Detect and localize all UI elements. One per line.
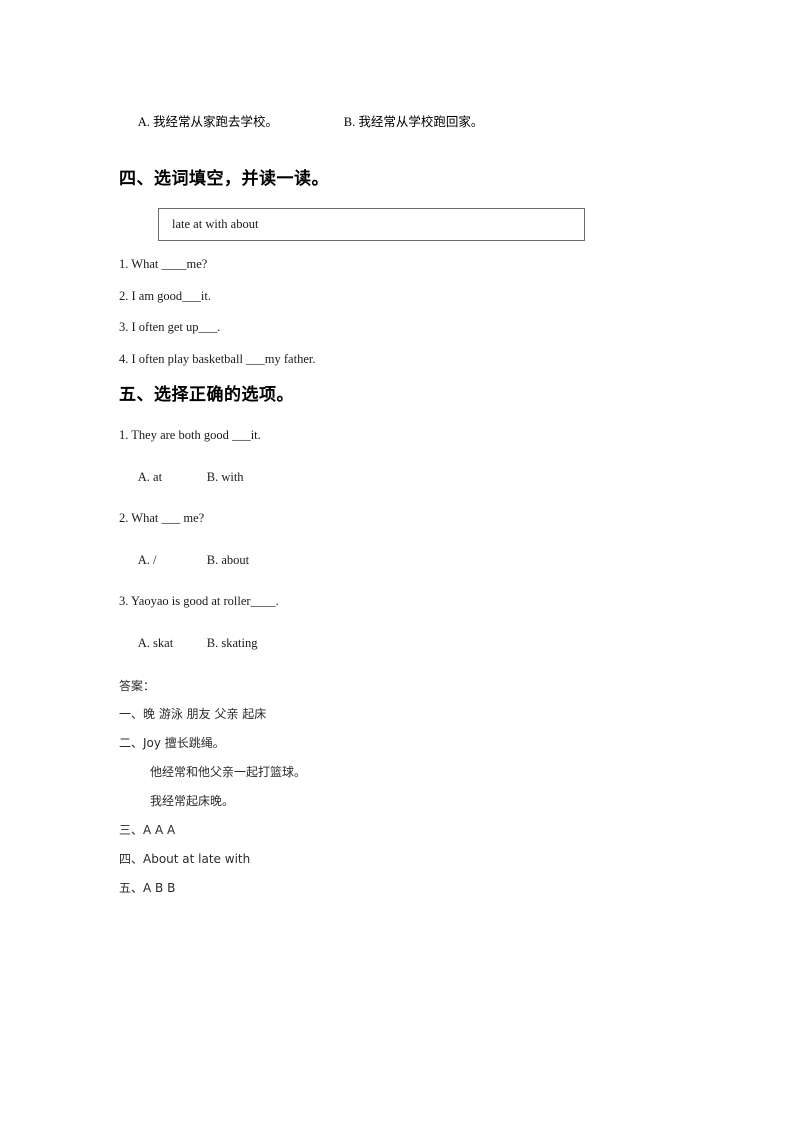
section-four-question-3: 3. I often get up___.: [119, 320, 221, 334]
word-bank-text: late at with about: [172, 217, 259, 232]
section-four-heading: 四、选词填空，并读一读。: [119, 169, 329, 189]
section-four-question-2: 2. I am good___it.: [119, 288, 212, 303]
answer-line-4: 四、About at late with: [119, 852, 251, 866]
answer-line-2b: 他经常和他父亲一起打篮球。: [150, 765, 307, 779]
section-four-question-4: 4. I often play basketball ___my father.: [119, 351, 316, 366]
question-3-option-b: B. skating: [206, 636, 258, 650]
question-2-option-b: B. about: [206, 553, 250, 567]
previous-option-a: A. 我经常从家跑去学校。: [137, 115, 279, 129]
section-five-question-3: 3. Yaoyao is good at roller____.: [119, 594, 279, 608]
section-five-question-2: 2. What ___ me?: [119, 511, 205, 525]
document-content: A. 我经常从家跑去学校。 B. 我经常从学校跑回家。 四、选词填空，并读一读。 …: [119, 96, 679, 894]
section-five-question-2-options: A. / B. about: [119, 542, 679, 580]
answer-line-5: 五、A B B: [119, 881, 176, 895]
word-bank-box: late at with about: [158, 208, 585, 241]
answer-line-2: 二、Joy 擅长跳绳。: [119, 736, 225, 750]
answer-line-3: 三、A A A: [119, 823, 176, 837]
question-1-option-a: A. at: [137, 470, 163, 484]
previous-option-b: B. 我经常从学校跑回家。: [343, 115, 484, 129]
section-five-heading: 五、选择正确的选项。: [119, 385, 294, 405]
document-page: A. 我经常从家跑去学校。 B. 我经常从学校跑回家。 四、选词填空，并读一读。 …: [0, 0, 793, 1122]
answer-line-2c: 我经常起床晚。: [150, 794, 235, 808]
question-3-option-a: A. skat: [137, 636, 174, 650]
answer-key-block: 答案： 一、晚 游泳 朋友 父亲 起床 二、Joy 擅长跳绳。 他经常和他父亲一…: [119, 680, 679, 894]
answer-line-1: 一、晚 游泳 朋友 父亲 起床: [119, 707, 267, 721]
previous-question-options: A. 我经常从家跑去学校。 B. 我经常从学校跑回家。: [119, 96, 679, 145]
section-five-question-1-options: A. at B. with: [119, 459, 679, 497]
section-five-question-1: 1. They are both good ___it.: [119, 428, 261, 442]
question-1-option-b: B. with: [206, 470, 244, 484]
answer-key-heading: 答案：: [119, 679, 156, 693]
question-2-option-a: A. /: [137, 553, 157, 567]
section-four-question-1: 1. What ____me?: [119, 257, 208, 271]
section-five-question-3-options: A. skat B. skating: [119, 625, 679, 663]
